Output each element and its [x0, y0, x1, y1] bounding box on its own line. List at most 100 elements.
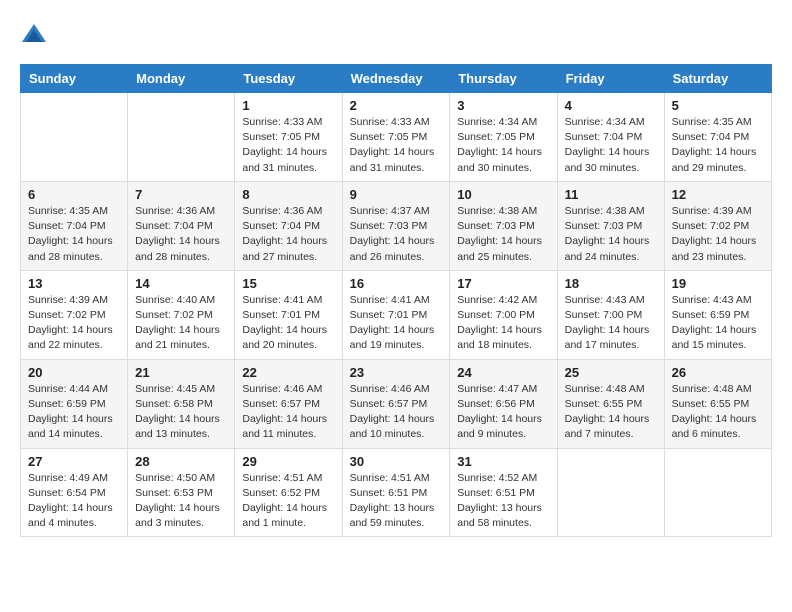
calendar-cell: 4 Sunrise: 4:34 AMSunset: 7:04 PMDaylight…: [557, 93, 664, 182]
calendar-cell: 2 Sunrise: 4:33 AMSunset: 7:05 PMDaylight…: [342, 93, 450, 182]
calendar-cell: 8 Sunrise: 4:36 AMSunset: 7:04 PMDaylight…: [235, 181, 342, 270]
day-info: Sunrise: 4:33 AMSunset: 7:05 PMDaylight:…: [242, 115, 334, 176]
day-number: 23: [350, 365, 443, 380]
calendar-cell: 1 Sunrise: 4:33 AMSunset: 7:05 PMDaylight…: [235, 93, 342, 182]
calendar-cell: 26 Sunrise: 4:48 AMSunset: 6:55 PMDayligh…: [664, 359, 771, 448]
day-number: 20: [28, 365, 120, 380]
day-number: 16: [350, 276, 443, 291]
calendar-cell: 28 Sunrise: 4:50 AMSunset: 6:53 PMDayligh…: [128, 448, 235, 537]
day-info: Sunrise: 4:38 AMSunset: 7:03 PMDaylight:…: [457, 204, 549, 265]
calendar-week-row: 13 Sunrise: 4:39 AMSunset: 7:02 PMDayligh…: [21, 270, 772, 359]
day-number: 19: [672, 276, 764, 291]
day-number: 21: [135, 365, 227, 380]
day-info: Sunrise: 4:49 AMSunset: 6:54 PMDaylight:…: [28, 471, 120, 532]
day-info: Sunrise: 4:46 AMSunset: 6:57 PMDaylight:…: [350, 382, 443, 443]
calendar-cell: 24 Sunrise: 4:47 AMSunset: 6:56 PMDayligh…: [450, 359, 557, 448]
calendar-header-row: SundayMondayTuesdayWednesdayThursdayFrid…: [21, 65, 772, 93]
calendar-cell: 29 Sunrise: 4:51 AMSunset: 6:52 PMDayligh…: [235, 448, 342, 537]
logo-icon: [20, 20, 48, 48]
day-number: 6: [28, 187, 120, 202]
day-number: 5: [672, 98, 764, 113]
calendar-cell: 5 Sunrise: 4:35 AMSunset: 7:04 PMDaylight…: [664, 93, 771, 182]
calendar-cell: 12 Sunrise: 4:39 AMSunset: 7:02 PMDayligh…: [664, 181, 771, 270]
day-info: Sunrise: 4:39 AMSunset: 7:02 PMDaylight:…: [672, 204, 764, 265]
day-info: Sunrise: 4:41 AMSunset: 7:01 PMDaylight:…: [350, 293, 443, 354]
day-number: 7: [135, 187, 227, 202]
day-info: Sunrise: 4:40 AMSunset: 7:02 PMDaylight:…: [135, 293, 227, 354]
day-number: 15: [242, 276, 334, 291]
day-number: 2: [350, 98, 443, 113]
page-header: [20, 20, 772, 48]
day-info: Sunrise: 4:35 AMSunset: 7:04 PMDaylight:…: [672, 115, 764, 176]
day-number: 1: [242, 98, 334, 113]
day-info: Sunrise: 4:47 AMSunset: 6:56 PMDaylight:…: [457, 382, 549, 443]
day-of-week-header: Tuesday: [235, 65, 342, 93]
calendar-cell: 10 Sunrise: 4:38 AMSunset: 7:03 PMDayligh…: [450, 181, 557, 270]
day-number: 17: [457, 276, 549, 291]
calendar-cell: 19 Sunrise: 4:43 AMSunset: 6:59 PMDayligh…: [664, 270, 771, 359]
day-info: Sunrise: 4:43 AMSunset: 7:00 PMDaylight:…: [565, 293, 657, 354]
day-info: Sunrise: 4:36 AMSunset: 7:04 PMDaylight:…: [242, 204, 334, 265]
calendar-cell: 31Sunrise: 4:52 AMSunset: 6:51 PMDayligh…: [450, 448, 557, 537]
calendar-cell: 22 Sunrise: 4:46 AMSunset: 6:57 PMDayligh…: [235, 359, 342, 448]
calendar-cell: 23 Sunrise: 4:46 AMSunset: 6:57 PMDayligh…: [342, 359, 450, 448]
calendar-cell: [128, 93, 235, 182]
day-info: Sunrise: 4:42 AMSunset: 7:00 PMDaylight:…: [457, 293, 549, 354]
day-of-week-header: Sunday: [21, 65, 128, 93]
day-number: 13: [28, 276, 120, 291]
day-number: 25: [565, 365, 657, 380]
calendar-cell: 16 Sunrise: 4:41 AMSunset: 7:01 PMDayligh…: [342, 270, 450, 359]
calendar-cell: 30 Sunrise: 4:51 AMSunset: 6:51 PMDayligh…: [342, 448, 450, 537]
calendar-cell: 21Sunrise: 4:45 AMSunset: 6:58 PMDayligh…: [128, 359, 235, 448]
calendar-cell: 15 Sunrise: 4:41 AMSunset: 7:01 PMDayligh…: [235, 270, 342, 359]
calendar-cell: 3 Sunrise: 4:34 AMSunset: 7:05 PMDaylight…: [450, 93, 557, 182]
day-info: Sunrise: 4:48 AMSunset: 6:55 PMDaylight:…: [672, 382, 764, 443]
day-of-week-header: Thursday: [450, 65, 557, 93]
day-info: Sunrise: 4:46 AMSunset: 6:57 PMDaylight:…: [242, 382, 334, 443]
calendar-cell: 17 Sunrise: 4:42 AMSunset: 7:00 PMDayligh…: [450, 270, 557, 359]
day-number: 24: [457, 365, 549, 380]
day-of-week-header: Wednesday: [342, 65, 450, 93]
day-info: Sunrise: 4:36 AMSunset: 7:04 PMDaylight:…: [135, 204, 227, 265]
day-of-week-header: Saturday: [664, 65, 771, 93]
day-info: Sunrise: 4:33 AMSunset: 7:05 PMDaylight:…: [350, 115, 443, 176]
day-number: 22: [242, 365, 334, 380]
day-info: Sunrise: 4:34 AMSunset: 7:04 PMDaylight:…: [565, 115, 657, 176]
day-number: 10: [457, 187, 549, 202]
calendar-cell: 7 Sunrise: 4:36 AMSunset: 7:04 PMDaylight…: [128, 181, 235, 270]
day-info: Sunrise: 4:51 AMSunset: 6:51 PMDaylight:…: [350, 471, 443, 532]
calendar-week-row: 27 Sunrise: 4:49 AMSunset: 6:54 PMDayligh…: [21, 448, 772, 537]
calendar-cell: [664, 448, 771, 537]
day-number: 12: [672, 187, 764, 202]
calendar-cell: 14 Sunrise: 4:40 AMSunset: 7:02 PMDayligh…: [128, 270, 235, 359]
day-number: 30: [350, 454, 443, 469]
calendar-cell: 11Sunrise: 4:38 AMSunset: 7:03 PMDayligh…: [557, 181, 664, 270]
calendar-week-row: 20Sunrise: 4:44 AMSunset: 6:59 PMDayligh…: [21, 359, 772, 448]
day-info: Sunrise: 4:39 AMSunset: 7:02 PMDaylight:…: [28, 293, 120, 354]
day-number: 18: [565, 276, 657, 291]
day-number: 14: [135, 276, 227, 291]
day-number: 3: [457, 98, 549, 113]
day-number: 8: [242, 187, 334, 202]
calendar-cell: 18 Sunrise: 4:43 AMSunset: 7:00 PMDayligh…: [557, 270, 664, 359]
day-info: Sunrise: 4:38 AMSunset: 7:03 PMDaylight:…: [565, 204, 657, 265]
calendar-week-row: 1 Sunrise: 4:33 AMSunset: 7:05 PMDaylight…: [21, 93, 772, 182]
day-info: Sunrise: 4:52 AMSunset: 6:51 PMDaylight:…: [457, 471, 549, 532]
day-number: 29: [242, 454, 334, 469]
day-info: Sunrise: 4:34 AMSunset: 7:05 PMDaylight:…: [457, 115, 549, 176]
day-number: 9: [350, 187, 443, 202]
day-info: Sunrise: 4:43 AMSunset: 6:59 PMDaylight:…: [672, 293, 764, 354]
calendar-cell: 6Sunrise: 4:35 AMSunset: 7:04 PMDaylight…: [21, 181, 128, 270]
calendar-cell: 9Sunrise: 4:37 AMSunset: 7:03 PMDaylight…: [342, 181, 450, 270]
day-info: Sunrise: 4:51 AMSunset: 6:52 PMDaylight:…: [242, 471, 334, 532]
day-of-week-header: Monday: [128, 65, 235, 93]
day-number: 26: [672, 365, 764, 380]
calendar-cell: 27 Sunrise: 4:49 AMSunset: 6:54 PMDayligh…: [21, 448, 128, 537]
calendar-cell: 25Sunrise: 4:48 AMSunset: 6:55 PMDayligh…: [557, 359, 664, 448]
day-of-week-header: Friday: [557, 65, 664, 93]
day-info: Sunrise: 4:50 AMSunset: 6:53 PMDaylight:…: [135, 471, 227, 532]
day-number: 27: [28, 454, 120, 469]
day-number: 28: [135, 454, 227, 469]
day-info: Sunrise: 4:41 AMSunset: 7:01 PMDaylight:…: [242, 293, 334, 354]
day-number: 4: [565, 98, 657, 113]
